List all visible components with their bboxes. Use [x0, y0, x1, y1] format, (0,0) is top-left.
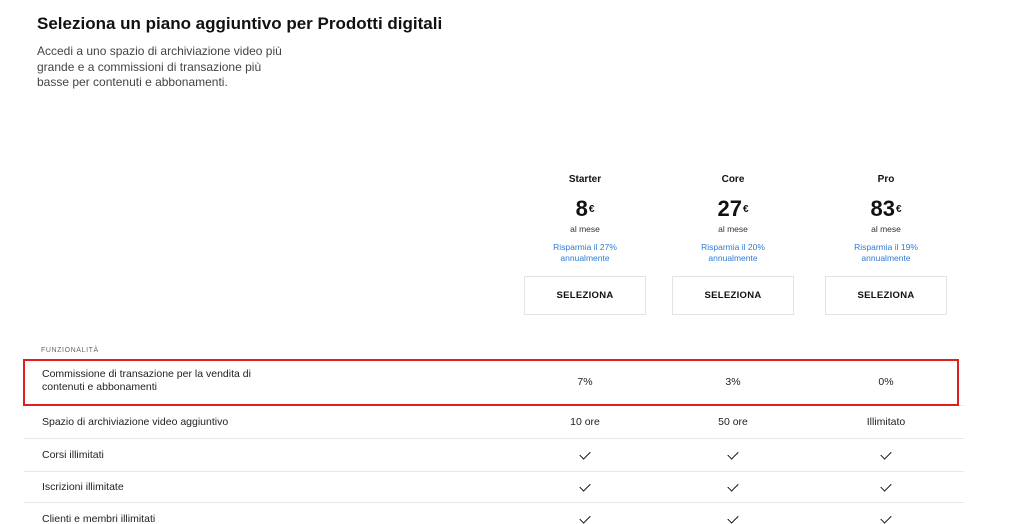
select-pro-button[interactable]: SELEZIONA [825, 276, 947, 315]
check-icon [727, 448, 739, 460]
feature-name: Iscrizioni illimitate [42, 481, 124, 493]
feature-value-core [663, 512, 803, 524]
select-core-button[interactable]: SELEZIONA [672, 276, 794, 315]
plan-price: 8€ [575, 196, 595, 221]
feature-row-unlimited-enrollments: Iscrizioni illimitate [24, 472, 964, 503]
page-title: Seleziona un piano aggiuntivo per Prodot… [37, 14, 443, 33]
feature-value-starter [515, 480, 655, 492]
plan-column-core: Core 27€ al mese Risparmia il 20% annualm… [663, 174, 803, 315]
plan-annual-savings: Risparmia il 19% annualmente [854, 242, 918, 263]
plan-annual-savings: Risparmia il 20% annualmente [701, 242, 765, 263]
plan-column-pro: Pro 83€ al mese Risparmia il 19% annualme… [816, 174, 956, 315]
plan-period: al mese [718, 224, 748, 234]
plan-price: 83€ [870, 196, 902, 221]
feature-value-starter [515, 448, 655, 460]
check-icon [880, 512, 892, 524]
feature-row-video-storage: Spazio di archiviazione video aggiuntivo… [24, 406, 964, 439]
feature-value-core [663, 448, 803, 460]
feature-name: Corsi illimitati [42, 449, 104, 461]
check-icon [579, 480, 591, 492]
page: Seleziona un piano aggiuntivo per Prodot… [0, 0, 1024, 524]
feature-value-starter: 10 ore [570, 416, 600, 428]
plan-name: Core [721, 174, 745, 185]
plan-name: Starter [568, 174, 602, 185]
feature-value-starter [515, 512, 655, 524]
feature-value-pro: Illimitato [866, 416, 906, 428]
feature-row-transaction-fee: Commissione di transazione per la vendit… [24, 361, 964, 406]
feature-value-starter: 7% [577, 376, 593, 388]
feature-row-unlimited-clients: Clienti e membri illimitati [24, 503, 964, 524]
plan-period: al mese [871, 224, 901, 234]
feature-value-pro: 0% [878, 376, 894, 388]
feature-name: Spazio di archiviazione video aggiuntivo [42, 416, 229, 428]
plan-column-starter: Starter 8€ al mese Risparmia il 27% annua… [515, 174, 655, 315]
feature-value-core: 3% [725, 376, 741, 388]
plan-name: Pro [877, 174, 895, 185]
feature-name: Clienti e membri illimitati [42, 513, 156, 524]
feature-value-pro [816, 448, 956, 460]
plan-period: al mese [570, 224, 600, 234]
check-icon [880, 448, 892, 460]
page-subtitle: Accedi a uno spazio di archiviazione vid… [37, 44, 282, 89]
feature-name: Commissione di transazione per la vendit… [42, 368, 251, 393]
feature-value-pro [816, 480, 956, 492]
plan-annual-savings: Risparmia il 27% annualmente [553, 242, 617, 263]
check-icon [880, 480, 892, 492]
feature-value-core [663, 480, 803, 492]
select-starter-button[interactable]: SELEZIONA [524, 276, 646, 315]
plan-price: 27€ [717, 196, 749, 221]
feature-value-core: 50 ore [718, 416, 748, 428]
check-icon [727, 480, 739, 492]
check-icon [727, 512, 739, 524]
features-section-label: FUNZIONALITÀ [41, 347, 99, 354]
check-icon [579, 512, 591, 524]
feature-value-pro [816, 512, 956, 524]
feature-row-unlimited-courses: Corsi illimitati [24, 439, 964, 472]
check-icon [579, 448, 591, 460]
